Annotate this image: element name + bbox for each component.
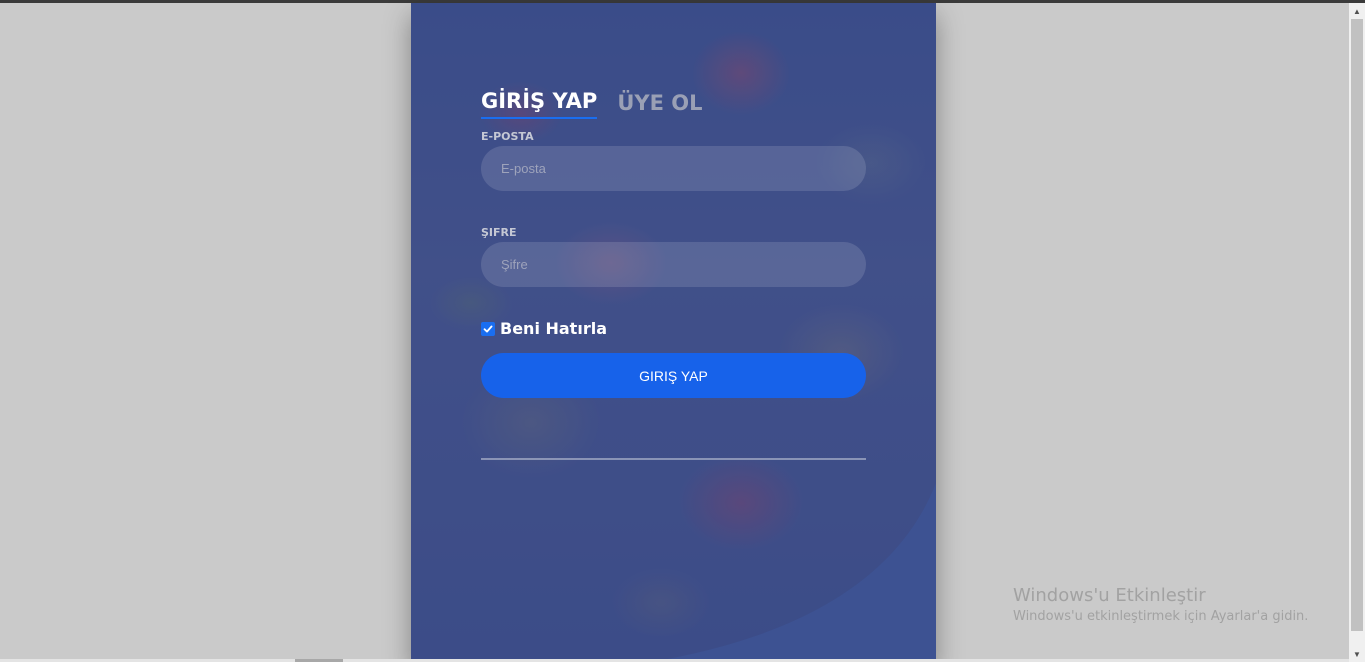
email-label: E-POSTA [481,130,534,143]
windows-activation-watermark: Windows'u Etkinleştir Windows'u etkinleş… [1013,585,1308,624]
page-background: GİRİŞ YAP ÜYE OL E-POSTA ŞIFRE Beni Hatı… [0,3,1349,662]
password-field[interactable] [481,242,866,287]
auth-tabs: GİRİŞ YAP ÜYE OL [481,89,702,119]
vertical-scrollbar[interactable]: ▲ ▼ [1349,3,1365,662]
chevron-down-icon[interactable]: ▼ [1349,646,1365,662]
remember-me: Beni Hatırla [481,319,607,338]
tab-signup[interactable]: ÜYE OL [617,91,702,119]
watermark-subtitle: Windows'u etkinleştirmek için Ayarlar'a … [1013,609,1309,624]
watermark-title: Windows'u Etkinleştir [1013,585,1206,606]
scrollbar-thumb[interactable] [1351,19,1363,631]
chevron-up-icon[interactable]: ▲ [1349,3,1365,19]
remember-checkbox[interactable] [481,321,495,336]
check-icon [483,325,493,332]
login-card: GİRİŞ YAP ÜYE OL E-POSTA ŞIFRE Beni Hatı… [411,3,936,662]
remember-label: Beni Hatırla [500,319,607,338]
password-label: ŞIFRE [481,226,517,239]
email-field[interactable] [481,146,866,191]
divider [481,458,866,460]
tab-login[interactable]: GİRİŞ YAP [481,89,598,119]
login-submit-button[interactable]: GIRIŞ YAP [481,353,866,398]
